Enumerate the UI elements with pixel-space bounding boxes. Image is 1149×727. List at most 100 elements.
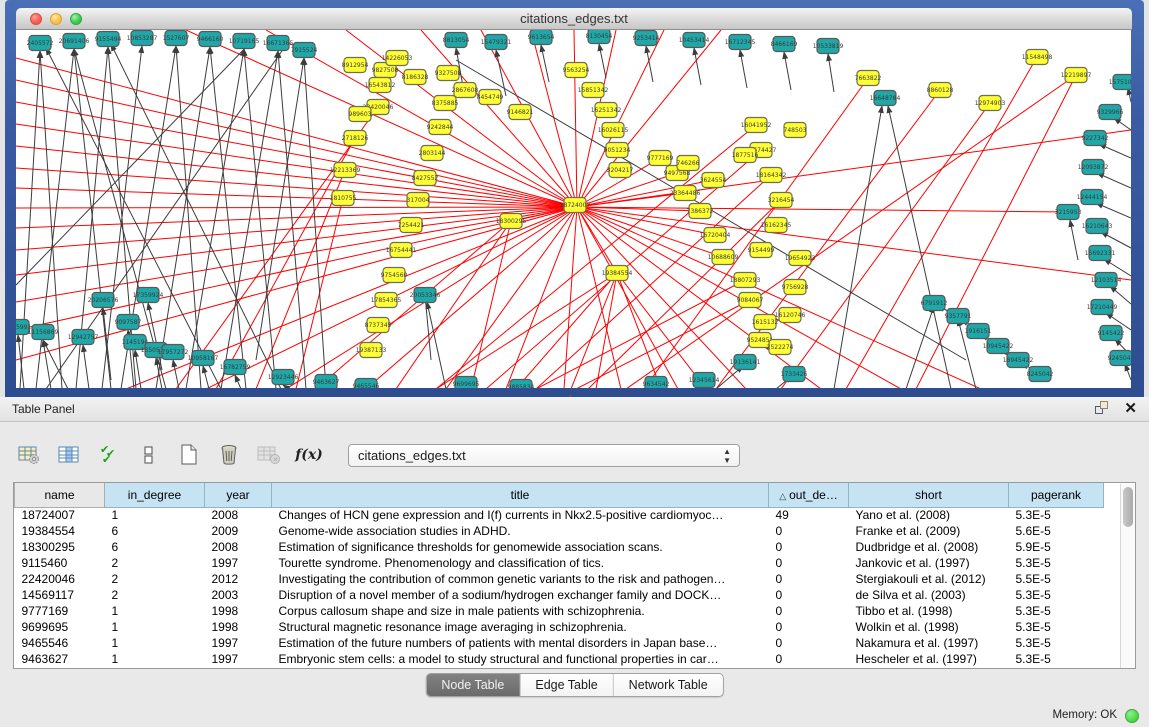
graph-edge[interactable] [599,44,606,78]
graph-edge[interactable] [577,30,664,207]
table-mode-icon[interactable] [14,440,44,470]
table-row[interactable]: 2242004622012Investigating the contribut… [15,571,1104,587]
graph-node[interactable]: 16162345 [761,218,792,233]
graph-node[interactable]: 9613654 [528,30,555,45]
table-scrollbar-thumb[interactable] [1123,487,1133,527]
graph-edge[interactable] [781,103,990,388]
graph-node[interactable]: 1527607 [163,31,190,46]
graph-node[interactable]: 9227342 [1082,131,1109,146]
graph-edge[interactable] [1125,364,1131,380]
graph-edge[interactable] [304,58,326,388]
graph-edge[interactable] [617,273,706,388]
function-builder-icon[interactable]: f(x) [294,440,324,470]
graph-edge[interactable] [83,345,89,388]
graph-node[interactable]: 16671365 [263,36,294,51]
graph-edge[interactable] [221,51,278,388]
table-row[interactable]: 969969511998Structural magnetic resonanc… [15,619,1104,635]
graph-node[interactable]: 16720404 [700,228,731,243]
graph-node[interactable]: 9084067 [737,293,764,308]
graph-node[interactable]: 2803144 [419,146,446,161]
graph-node[interactable]: 8245042 [1027,367,1054,382]
graph-node[interactable]: 10533819 [813,39,844,54]
graph-node[interactable]: 9245042 [1108,351,1131,366]
column-header-out_de[interactable]: △out_de… [769,483,849,507]
graph-edge[interactable] [541,45,549,82]
table-row[interactable]: 977716911998Corpus callosum shape and si… [15,603,1104,619]
graph-node[interactable]: 18807293 [730,273,761,288]
memory-status-icon[interactable] [1125,709,1139,723]
graph-node[interactable]: 9155494 [95,32,122,47]
graph-node[interactable]: 9242844 [427,120,454,135]
graph-node[interactable]: 20053346 [410,288,441,303]
table-scrollbar[interactable] [1120,484,1135,668]
graph-node[interactable]: 9699695 [453,377,480,389]
graph-edge[interactable] [235,375,241,388]
graph-node[interactable]: 9466160 [197,32,224,47]
graph-node[interactable]: 12444154 [1077,190,1108,205]
graph-node[interactable]: 9357791 [945,309,972,324]
graph-edge[interactable] [906,306,934,388]
graph-node[interactable]: 2522274 [767,340,794,355]
graph-node[interactable]: 10688609 [708,250,739,265]
tab-node-table[interactable]: Node Table [426,674,520,696]
graph-edge[interactable] [1099,144,1131,158]
graph-node[interactable]: 8427552 [412,171,439,186]
graph-node[interactable]: 15692331 [1085,246,1116,261]
column-header-short[interactable]: short [849,483,1009,507]
graph-node[interactable]: 6791912 [921,296,948,311]
graph-node[interactable]: 15751074 [1109,75,1131,90]
graph-node[interactable]: 11548498 [1022,50,1053,65]
graph-node[interactable]: 10853287 [127,31,158,46]
graph-node[interactable]: 7915524 [291,43,318,58]
graph-edge[interactable] [577,207,621,388]
column-header-title[interactable]: title [272,483,769,507]
graph-node[interactable]: 18724007 [560,198,591,213]
row-height-icon[interactable] [134,440,164,470]
graph-node[interactable]: 16712345 [725,35,756,50]
graph-node[interactable]: 3216454 [768,193,795,208]
graph-node[interactable]: 7254421 [398,218,425,233]
graph-node[interactable]: 19136141 [730,355,761,370]
graph-node[interactable]: 16648784 [870,91,901,106]
graph-edge[interactable] [516,273,617,388]
graph-edge[interactable] [740,50,747,88]
graph-node[interactable]: 19384554 [602,266,633,281]
graph-node[interactable]: 16041952 [741,118,772,133]
graph-node[interactable]: 12103514 [1091,273,1122,288]
graph-node[interactable]: 1733426 [781,367,808,382]
graph-node[interactable]: 20206576 [88,293,119,308]
graph-node[interactable]: 8860128 [927,83,954,98]
graph-node[interactable]: 12345614 [689,373,720,388]
graph-node[interactable]: 2405572 [27,36,54,51]
graph-node[interactable]: 9756928 [782,280,809,295]
graph-node[interactable]: 17854365 [371,293,402,308]
graph-node[interactable]: 12974903 [975,96,1006,111]
graph-edge[interactable] [203,366,209,388]
graph-node[interactable]: 18300295 [496,214,527,229]
table-row[interactable]: 1830029562008Estimation of significance … [15,539,1104,555]
graph-edge[interactable] [1096,203,1131,218]
graph-node[interactable]: 19387133 [356,343,387,358]
graph-node[interactable]: 19654923 [785,251,816,266]
graph-node[interactable]: 1916151 [965,324,992,339]
graph-node[interactable]: 2718126 [342,131,369,146]
graph-node[interactable]: 9777169 [647,151,674,166]
create-column-icon[interactable] [174,440,204,470]
graph-node[interactable]: 10453414 [679,33,710,48]
graph-node[interactable]: 15479321 [481,35,512,50]
graph-node[interactable]: 17210449 [1087,300,1118,315]
graph-edge[interactable] [446,207,577,388]
graph-node[interactable]: 12219897 [1061,68,1092,83]
graph-node[interactable]: 8813054 [443,33,470,48]
graph-node[interactable]: 16251342 [591,103,622,118]
graph-edge[interactable] [834,106,882,388]
graph-node[interactable]: 9329966 [1097,105,1124,120]
graph-node[interactable]: 9154499 [748,243,775,258]
graph-edge[interactable] [16,207,577,360]
table-row[interactable]: 1872400712008Changes of HCN gene express… [15,507,1104,523]
graph-node[interactable]: 11156869 [28,325,59,340]
graph-edge[interactable] [694,48,701,85]
graph-node[interactable]: 3215953 [1055,205,1082,220]
graph-edge[interactable] [577,207,981,388]
graph-edge[interactable] [176,107,378,388]
